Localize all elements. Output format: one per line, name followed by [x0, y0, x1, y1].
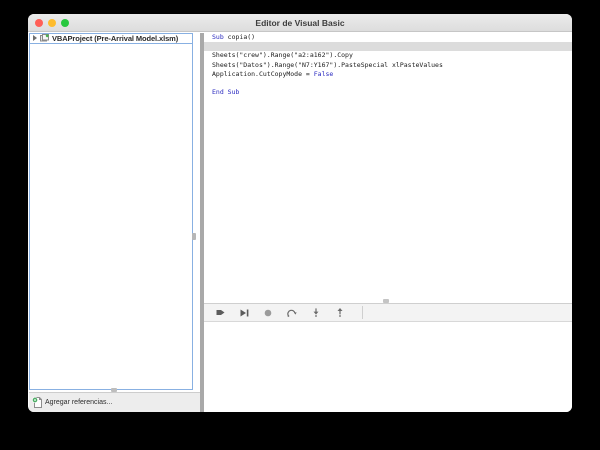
add-reference-icon	[32, 397, 42, 408]
run-to-cursor-button[interactable]	[234, 305, 254, 320]
project-explorer[interactable]: VBAProject (Pre-Arrival Model.xlsm)	[29, 33, 196, 390]
chevron-right-icon[interactable]	[33, 35, 37, 41]
code-line-highlighted[interactable]	[204, 42, 572, 52]
step-out-icon	[337, 308, 343, 317]
panel-resize-handle[interactable]	[192, 233, 196, 240]
add-references-button[interactable]: Agregar referencias...	[29, 392, 200, 412]
step-over-button[interactable]	[282, 305, 302, 320]
vba-editor-window: Editor de Visual Basic VBAProject (Pre-A…	[28, 14, 572, 412]
sidebar-item-label: VBAProject (Pre-Arrival Model.xlsm)	[52, 33, 179, 43]
breakpoint-button[interactable]	[258, 305, 278, 320]
code-line[interactable]: Application.CutCopyMode = False	[204, 70, 572, 79]
continue-button[interactable]	[210, 305, 230, 320]
code-line[interactable]: Sheets("Datos").Range("N7:Y167").PasteSp…	[204, 61, 572, 70]
code-line[interactable]: Sub copia()	[204, 33, 572, 42]
immediate-pane[interactable]	[204, 322, 572, 412]
continue-icon	[216, 310, 224, 315]
project-icon	[40, 34, 49, 42]
step-over-icon	[287, 309, 297, 317]
window-title: Editor de Visual Basic	[255, 18, 345, 28]
desktop-background: Editor de Visual Basic VBAProject (Pre-A…	[0, 0, 600, 450]
debug-toolbar	[204, 303, 572, 322]
run-to-cursor-icon	[240, 309, 248, 316]
code-editor[interactable]: Sub copia() Sheets("crew").Range("a2:a16…	[204, 32, 572, 303]
breakpoint-icon	[264, 309, 272, 316]
step-out-button[interactable]	[330, 305, 350, 320]
code-line[interactable]	[204, 79, 572, 88]
step-into-button[interactable]	[306, 305, 326, 320]
step-into-icon	[313, 308, 319, 317]
toolbar-separator	[362, 306, 363, 319]
sidebar-item-vbaproject[interactable]: VBAProject (Pre-Arrival Model.xlsm)	[30, 34, 192, 44]
title-bar[interactable]: Editor de Visual Basic	[28, 14, 572, 32]
code-line[interactable]: Sheets("crew").Range("a2:a162").Copy	[204, 51, 572, 60]
code-line[interactable]: End Sub	[204, 88, 572, 97]
add-references-label: Agregar referencias...	[45, 399, 113, 406]
